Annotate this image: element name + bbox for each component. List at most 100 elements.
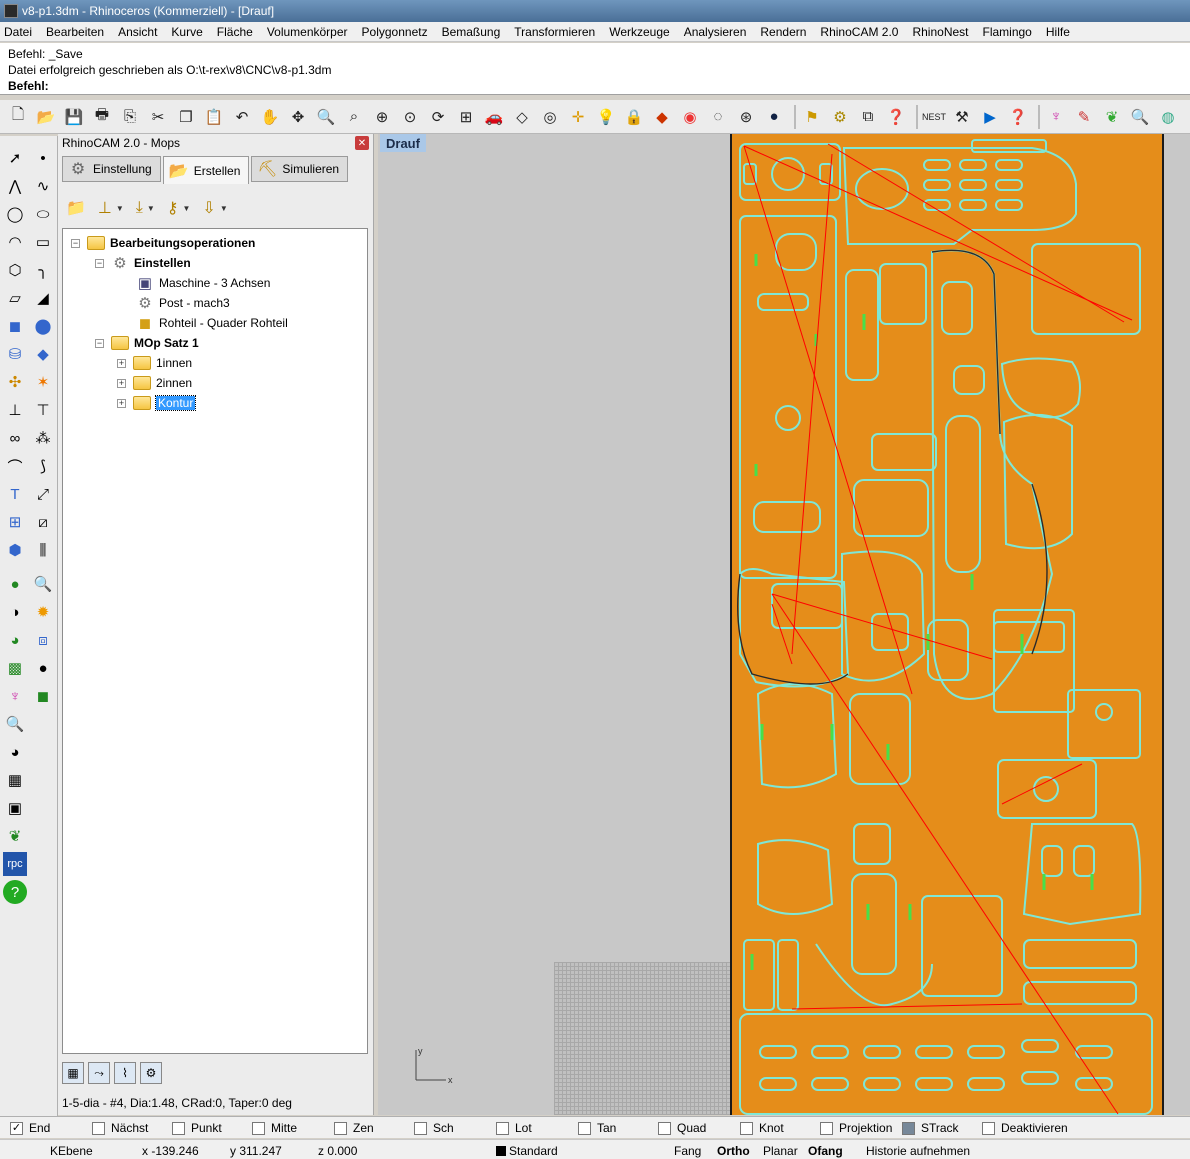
view-tool-icon[interactable]: ⌇ (114, 1062, 136, 1084)
expand-icon[interactable]: + (117, 398, 126, 408)
lock-icon[interactable]: 🔒 (622, 105, 646, 129)
tool-icon[interactable]: ⚒ (950, 105, 974, 129)
checkbox-icon[interactable] (578, 1121, 591, 1135)
viewport-top[interactable]: Drauf y x (378, 134, 1190, 1115)
ellipse-icon[interactable]: ⬭ (31, 202, 55, 226)
checkbox-icon[interactable] (982, 1121, 995, 1135)
point-icon[interactable]: • (31, 146, 55, 170)
polyline-icon[interactable]: ⋀ (3, 174, 27, 198)
two-axis-ops-button[interactable]: ⊥ ▼ (94, 194, 128, 222)
car-icon[interactable]: 🚗 (482, 105, 506, 129)
command-input[interactable] (52, 79, 653, 93)
analyze-icon[interactable]: ⧄ (31, 510, 55, 534)
move-view-icon[interactable]: ✥ (286, 105, 310, 129)
checkbox-icon[interactable] (172, 1121, 185, 1135)
copy-icon[interactable]: ❐ (174, 105, 198, 129)
search-icon[interactable]: 🔍 (1128, 105, 1152, 129)
transform-icon[interactable]: ⧉ (856, 105, 880, 129)
osnap-deaktivieren[interactable]: Deaktivieren (982, 1121, 1068, 1135)
menu-ansicht[interactable]: Ansicht (118, 25, 157, 39)
hatch-icon[interactable]: ⫼ (31, 538, 55, 562)
status-planar[interactable]: Planar (763, 1144, 798, 1158)
material-icon[interactable]: ◕ (3, 628, 27, 652)
tab-erstellen[interactable]: 📂 Erstellen (162, 156, 250, 184)
globe-icon[interactable]: ◍ (1156, 105, 1180, 129)
menu-rhinocam[interactable]: RhinoCAM 2.0 (820, 25, 898, 39)
menu-bearbeiten[interactable]: Bearbeiten (46, 25, 104, 39)
osnap-tan[interactable]: Tan (578, 1121, 616, 1135)
help-circle-icon[interactable]: ? (3, 880, 27, 904)
tree-machine[interactable]: ▣ Maschine - 3 Achsen (135, 273, 271, 293)
gumball-icon[interactable]: ✛ (566, 105, 590, 129)
menu-polygonnetz[interactable]: Polygonnetz (362, 25, 428, 39)
checkbox-icon[interactable] (252, 1121, 265, 1135)
cylinder-icon[interactable]: ⛁ (3, 342, 27, 366)
checkbox-icon[interactable] (334, 1121, 347, 1135)
tree-op-kontur[interactable]: + Kontur (117, 393, 197, 413)
view-settings-icon[interactable]: ⚙ (140, 1062, 162, 1084)
save-render-icon[interactable]: ▣ (3, 796, 27, 820)
fillet-icon[interactable]: ╮ (31, 258, 55, 282)
cplane-icon[interactable]: ◇ (510, 105, 534, 129)
osnap-zen[interactable]: Zen (334, 1121, 374, 1135)
menu-transformieren[interactable]: Transformieren (514, 25, 595, 39)
trim-icon[interactable]: ⊥ (3, 398, 27, 422)
mesh-icon[interactable]: ◆ (31, 342, 55, 366)
cut-icon[interactable]: ✂ (146, 105, 170, 129)
arc-icon[interactable]: ◠ (3, 230, 27, 254)
checkbox-checked-icon[interactable]: ✓ (10, 1121, 23, 1135)
status-layer[interactable]: Standard (496, 1144, 558, 1158)
circle-icon[interactable]: ◯ (3, 202, 27, 226)
polygon-icon[interactable]: ⬡ (3, 258, 27, 282)
options-icon[interactable]: ⚑ (800, 105, 824, 129)
nest-icon[interactable]: NEST (922, 105, 946, 129)
zoom-selected-icon[interactable]: ⊙ (398, 105, 422, 129)
viewport-label[interactable]: Drauf (380, 134, 426, 152)
collapse-icon[interactable]: − (71, 238, 80, 248)
menu-kurve[interactable]: Kurve (171, 25, 202, 39)
zoom-tool-icon[interactable]: 🔍 (31, 572, 55, 596)
rpc-icon[interactable]: rpc (3, 852, 27, 876)
light-bulb-icon[interactable]: 💡 (594, 105, 618, 129)
point-snap-icon[interactable]: ◎ (538, 105, 562, 129)
inspect-icon[interactable]: 🔍 (3, 712, 27, 736)
flamingo-tool-icon[interactable]: ♆ (3, 684, 27, 708)
osnap-lot[interactable]: Lot (496, 1121, 532, 1135)
group-icon[interactable]: ⁂ (31, 426, 55, 450)
surface-icon[interactable]: ▱ (3, 286, 27, 310)
play-icon[interactable]: ▶ (978, 105, 1002, 129)
split-icon[interactable]: ⊤ (31, 398, 55, 422)
help-icon[interactable]: ❓ (884, 105, 908, 129)
tool-ops-button[interactable]: ⇩ ▼ (198, 194, 231, 222)
menu-rendern[interactable]: Rendern (760, 25, 806, 39)
render-icon[interactable]: ● (3, 572, 27, 596)
four-viewports-icon[interactable]: ⊞ (454, 105, 478, 129)
three-axis-ops-button[interactable]: ⤓ ▼ (132, 194, 159, 222)
collapse-icon[interactable]: − (95, 258, 104, 268)
osnap-projektion[interactable]: Projektion (820, 1121, 892, 1135)
paste-icon[interactable]: 📋 (202, 105, 226, 129)
solid-tools-icon[interactable]: ⬢ (3, 538, 27, 562)
texture-icon[interactable]: ▩ (3, 656, 27, 680)
checkbox-icon[interactable] (414, 1121, 427, 1135)
menu-bemassung[interactable]: Bemaßung (442, 25, 501, 39)
view-stock-icon[interactable]: ▦ (62, 1062, 84, 1084)
rotate-view-icon[interactable]: ⟳ (426, 105, 450, 129)
array-icon[interactable]: ⊞ (3, 510, 27, 534)
tree-post[interactable]: ⚙ Post - mach3 (135, 293, 229, 313)
curve-icon[interactable]: ∿ (31, 174, 55, 198)
zoom-icon[interactable]: 🔍 (314, 105, 338, 129)
camera-icon[interactable]: ◕ (3, 740, 27, 764)
menu-flaeche[interactable]: Fläche (217, 25, 253, 39)
box-icon[interactable]: ◼ (3, 314, 27, 338)
drilling-ops-button[interactable]: ⚷ ▼ (163, 194, 195, 222)
checkbox-icon[interactable] (820, 1121, 833, 1135)
menu-hilfe[interactable]: Hilfe (1046, 25, 1070, 39)
print-icon[interactable]: 🖶 (90, 105, 114, 129)
sun-icon[interactable]: ✹ (31, 600, 55, 624)
blend-icon[interactable]: ⟆ (31, 454, 55, 478)
osnap-strack[interactable]: STrack (902, 1121, 959, 1135)
osnap-punkt[interactable]: Punkt (172, 1121, 222, 1135)
osnap-sch[interactable]: Sch (414, 1121, 454, 1135)
menu-flamingo[interactable]: Flamingo (983, 25, 1032, 39)
